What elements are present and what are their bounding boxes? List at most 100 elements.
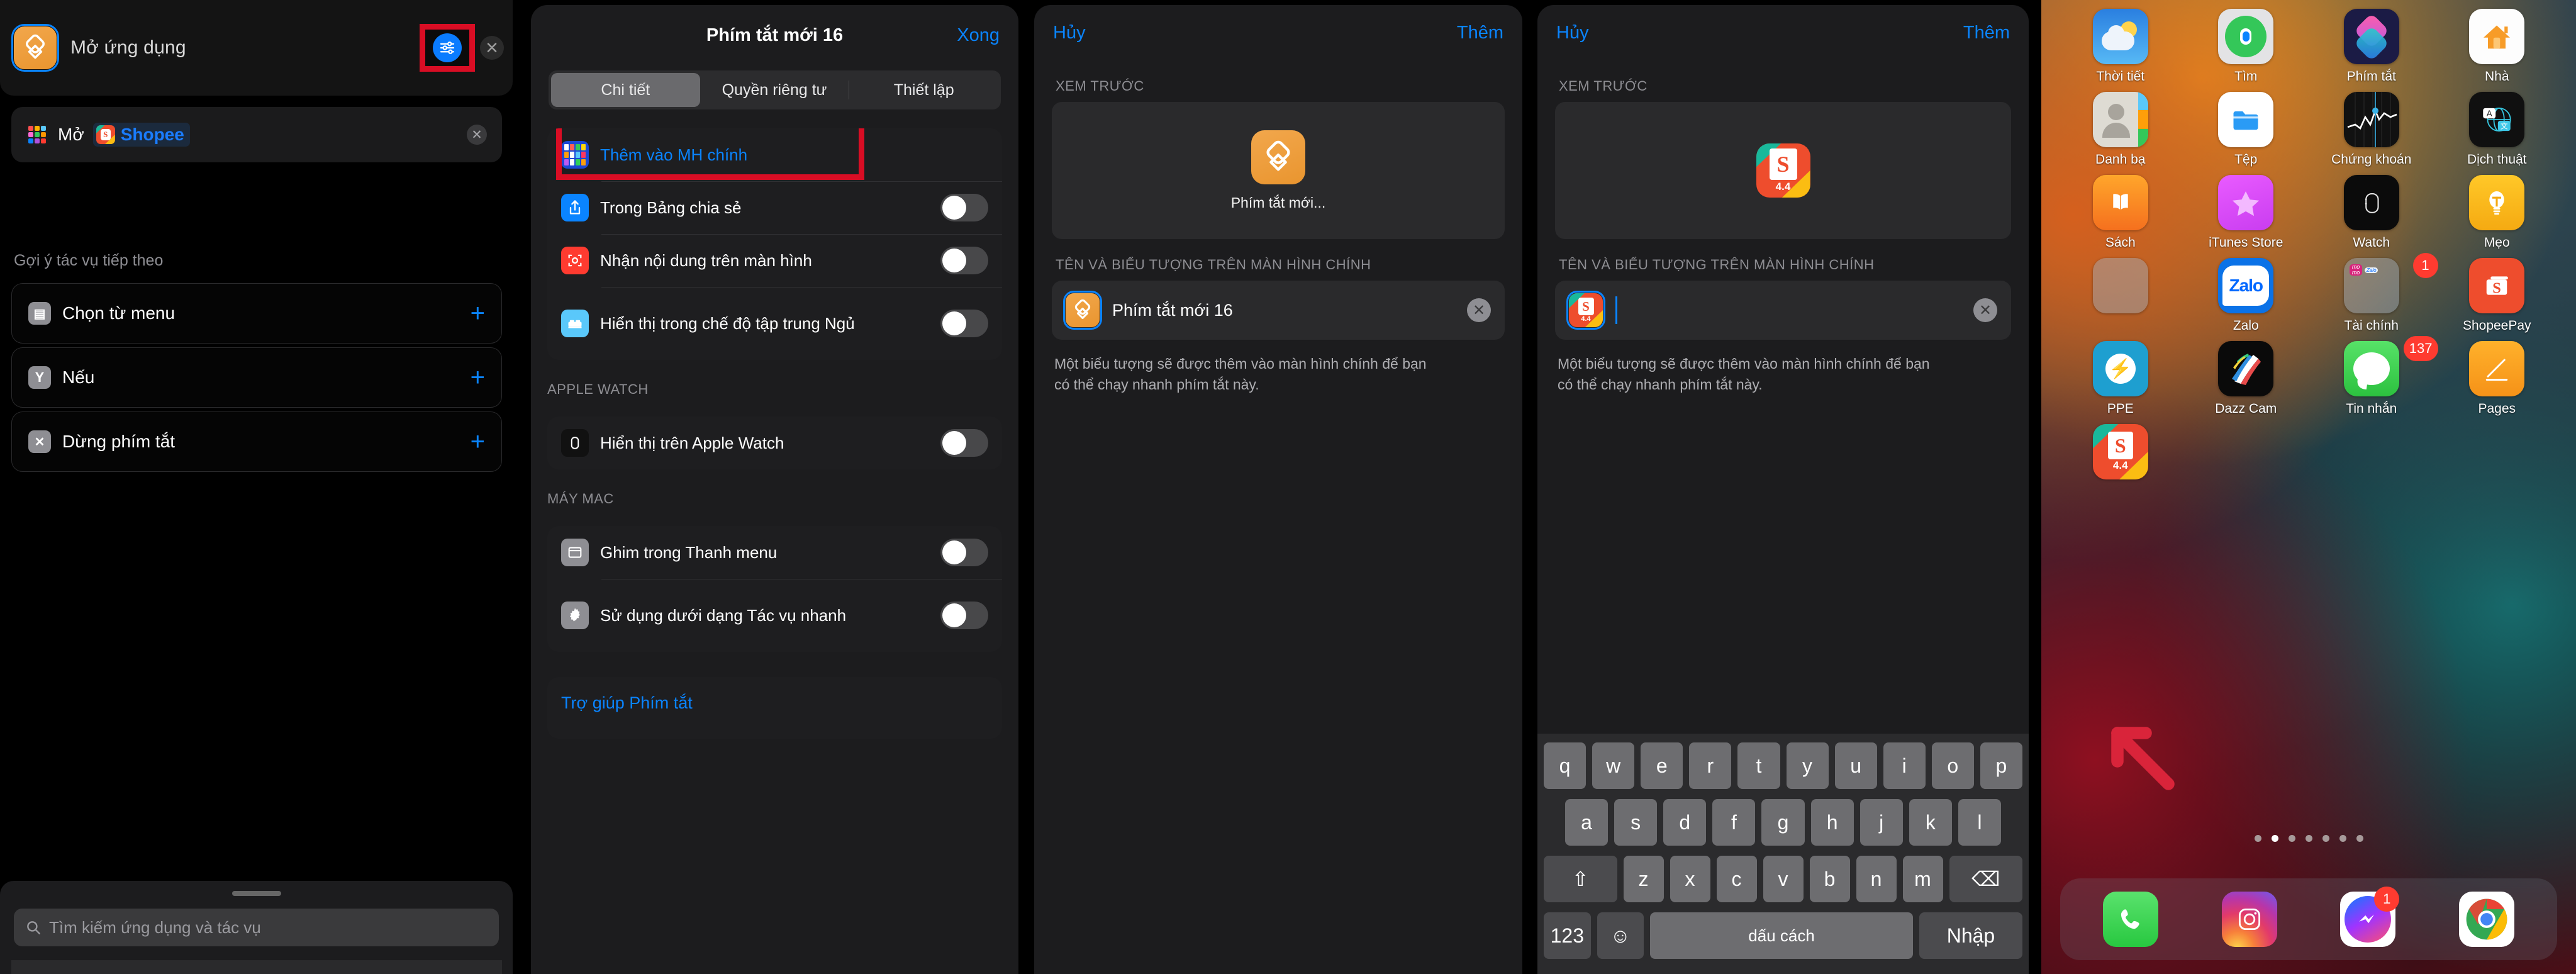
key-t[interactable]: t	[1737, 742, 1780, 789]
app-shopeepay[interactable]: S ShopeePay	[2434, 258, 2560, 333]
add-icon[interactable]: +	[471, 429, 485, 454]
dock-app-chrome[interactable]	[2458, 892, 2514, 947]
key-j[interactable]: j	[1860, 799, 1903, 846]
key-f[interactable]: f	[1712, 799, 1756, 846]
action-card[interactable]: Mở ứng dụng ✕	[0, 0, 513, 96]
app-files[interactable]: Tệp	[2183, 92, 2309, 167]
key-c[interactable]: c	[1716, 856, 1757, 902]
page-dot[interactable]	[2339, 835, 2346, 842]
app-pages[interactable]: Pages	[2434, 341, 2560, 417]
key-w[interactable]: w	[1592, 742, 1635, 789]
key-r[interactable]: r	[1689, 742, 1732, 789]
toggle-show-in-sleep-focus[interactable]	[940, 310, 988, 337]
clear-icon[interactable]: ✕	[1973, 298, 1997, 322]
page-indicator[interactable]	[2041, 835, 2576, 842]
clear-icon[interactable]: ✕	[1467, 298, 1491, 322]
key-n[interactable]: n	[1856, 856, 1897, 902]
app-finance-folder[interactable]: 1 mo mo Zalo Tài chính	[2309, 253, 2438, 333]
add-icon[interactable]: +	[471, 301, 485, 326]
dock-app-phone[interactable]	[2103, 892, 2159, 947]
toggle-in-share-sheet[interactable]	[940, 194, 988, 221]
key-m[interactable]: m	[1902, 856, 1943, 902]
app-shortcuts[interactable]: Phím tắt	[2309, 9, 2434, 84]
page-dot[interactable]	[2356, 835, 2363, 842]
row-use-as-quick-action[interactable]: Sử dụng dưới dạng Tác vụ nhanh	[547, 579, 1002, 652]
app-zalo[interactable]: Zalo Zalo	[2183, 258, 2309, 333]
key-g[interactable]: g	[1761, 799, 1805, 846]
app-translate[interactable]: A 文 Dịch thuật	[2434, 92, 2560, 167]
row-show-on-apple-watch[interactable]: Hiển thị trên Apple Watch	[547, 417, 1002, 469]
app-weather[interactable]: Thời tiết	[2058, 9, 2183, 84]
app-contacts[interactable]: Danh bạ	[2058, 92, 2183, 167]
key-q[interactable]: q	[1544, 742, 1586, 789]
key-v[interactable]: v	[1763, 856, 1804, 902]
row-add-to-home-screen[interactable]: Thêm vào MH chính	[547, 128, 1002, 181]
enter-key[interactable]: Nhập	[1919, 912, 2023, 959]
key-y[interactable]: y	[1786, 742, 1829, 789]
toggle-receive-screen-content[interactable]	[940, 247, 988, 274]
add-button[interactable]: Thêm	[1457, 23, 1503, 43]
row-in-share-sheet[interactable]: Trong Bảng chia sẻ	[547, 181, 1002, 234]
cancel-button[interactable]: Hủy	[1053, 23, 1086, 43]
key-k[interactable]: k	[1909, 799, 1952, 846]
page-dot-active[interactable]	[2271, 835, 2278, 842]
app-home[interactable]: Nhà	[2434, 9, 2560, 84]
shift-key[interactable]: ⇧	[1544, 856, 1617, 902]
key-d[interactable]: d	[1663, 799, 1707, 846]
on-screen-keyboard[interactable]: q w e r t y u i o p a s d f g h j k l ⇧ …	[1537, 734, 2029, 974]
sliders-icon[interactable]	[433, 33, 462, 62]
key-u[interactable]: u	[1834, 742, 1877, 789]
clear-icon[interactable]: ✕	[467, 125, 487, 145]
app-books[interactable]: Sách	[2058, 175, 2183, 250]
toggle-show-on-apple-watch[interactable]	[940, 429, 988, 457]
add-button[interactable]: Thêm	[1963, 23, 2010, 43]
key-h[interactable]: h	[1810, 799, 1854, 846]
key-o[interactable]: o	[1931, 742, 1974, 789]
shortcut-help-card[interactable]: Trợ giúp Phím tắt	[547, 677, 1002, 739]
app-ppe[interactable]: ⚡ PPE	[2058, 341, 2183, 417]
key-a[interactable]: a	[1565, 799, 1609, 846]
toggle-pin-in-menu-bar[interactable]	[940, 539, 988, 566]
cancel-button[interactable]: Hủy	[1556, 23, 1589, 43]
app-token[interactable]: S Shopee	[92, 123, 190, 147]
page-dot[interactable]	[2305, 835, 2312, 842]
shopee-icon[interactable]: S 4.4	[1566, 291, 1605, 330]
dock-app-instagram[interactable]	[2221, 892, 2277, 947]
close-icon[interactable]: ✕	[480, 36, 504, 60]
app-utilities-folder[interactable]	[2058, 258, 2183, 333]
app-stocks[interactable]: Chứng khoán	[2309, 92, 2434, 167]
dock-app-messenger[interactable]: 1	[2340, 887, 2400, 947]
key-s[interactable]: s	[1614, 799, 1658, 846]
suggestion-row-2[interactable]: ✕ Dừng phím tắt +	[11, 411, 502, 472]
page-dot[interactable]	[2254, 835, 2261, 842]
page-dot[interactable]	[2288, 835, 2295, 842]
name-input-value[interactable]: Phím tắt mới 16	[1112, 301, 1233, 320]
app-messages[interactable]: 137 Tin nhắn	[2309, 336, 2438, 417]
key-e[interactable]: e	[1641, 742, 1683, 789]
add-icon[interactable]: +	[471, 365, 485, 390]
app-tips[interactable]: Mẹo	[2434, 175, 2560, 250]
key-l[interactable]: l	[1958, 799, 2001, 846]
drawer-grabber[interactable]	[231, 891, 281, 896]
tab-setup[interactable]: Thiết lập	[849, 73, 998, 107]
row-receive-screen-content[interactable]: Nhận nội dung trên màn hình	[547, 234, 1002, 287]
row-pin-in-menu-bar[interactable]: Ghim trong Thanh menu	[547, 526, 1002, 579]
app-find-my[interactable]: Tìm	[2183, 9, 2309, 84]
row-show-in-sleep-focus[interactable]: Hiển thị trong chế độ tập trung Ngủ	[547, 287, 1002, 360]
settings-tabs[interactable]: Chi tiết Quyền riêng tư Thiết lập	[549, 70, 1001, 109]
tab-privacy[interactable]: Quyền riêng tư	[700, 73, 849, 107]
key-p[interactable]: p	[1980, 742, 2022, 789]
action-parameter-row[interactable]: Mở S Shopee ✕	[11, 107, 502, 162]
shortcuts-app-icon[interactable]	[1063, 291, 1102, 330]
app-dazz-cam[interactable]: Dazz Cam	[2183, 341, 2309, 417]
page-dot[interactable]	[2322, 835, 2329, 842]
emoji-key[interactable]: ☺	[1597, 912, 1644, 959]
done-button[interactable]: Xong	[957, 25, 1000, 46]
key-x[interactable]: x	[1670, 856, 1710, 902]
app-watch[interactable]: Watch	[2309, 175, 2434, 250]
suggestion-row-1[interactable]: Y Nếu +	[11, 347, 502, 408]
key-i[interactable]: i	[1883, 742, 1926, 789]
name-input-row[interactable]: S 4.4 ✕	[1555, 281, 2011, 340]
search-input[interactable]: Tìm kiếm ứng dụng và tác vụ	[14, 909, 499, 946]
toggle-use-as-quick-action[interactable]	[940, 602, 988, 629]
